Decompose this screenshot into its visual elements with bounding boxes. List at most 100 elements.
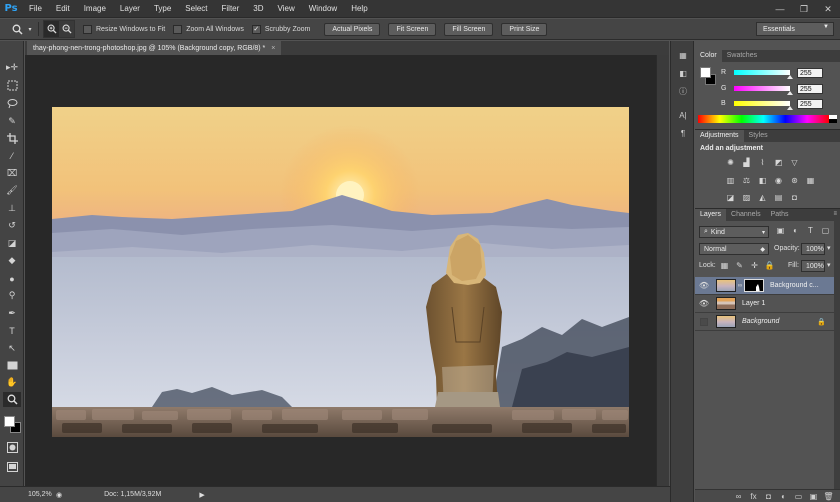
tab-styles[interactable]: Styles (744, 130, 773, 142)
history-brush-tool-icon[interactable]: ↺ (3, 218, 21, 233)
resize-windows-checkbox[interactable]: Resize Windows to Fit (83, 24, 165, 34)
eyedropper-tool-icon[interactable]: ⁄ (3, 148, 21, 163)
opacity-dropdown-icon[interactable]: ▾ (827, 244, 831, 252)
foreground-color-swatch[interactable] (4, 416, 15, 427)
blend-mode-select[interactable]: Normal ◆ (699, 243, 769, 255)
scrubby-zoom-checkbox[interactable]: ✓ Scrubby Zoom (251, 24, 310, 34)
eye-icon[interactable]: 👁 (695, 299, 713, 308)
zoom-in-icon[interactable] (44, 21, 59, 37)
marquee-tool-icon[interactable] (3, 78, 21, 93)
threshold-icon[interactable]: ◭ (756, 191, 769, 203)
layer-filter-kind-select[interactable]: ⌕ Kind ▾ (699, 226, 769, 238)
layer-style-icon[interactable]: fx (746, 492, 761, 501)
tab-color[interactable]: Color (695, 50, 722, 62)
invert-icon[interactable]: ◪ (724, 191, 737, 203)
layers-scrollbar[interactable] (834, 220, 840, 489)
status-menu-arrow-icon[interactable]: ▶ (199, 491, 204, 499)
black-white-ramp[interactable] (829, 115, 837, 123)
eye-icon[interactable]: 👁 (695, 281, 713, 290)
vibrance-icon[interactable]: ▽ (788, 156, 801, 168)
hand-tool-icon[interactable]: ✋ (3, 375, 21, 390)
link-mask-icon[interactable]: ∞ (736, 283, 744, 289)
layer-row-background-copy[interactable]: 👁 ∞ Background c... (695, 277, 834, 295)
close-tab-icon[interactable]: × (271, 45, 275, 52)
clone-stamp-tool-icon[interactable]: ⊥ (3, 201, 21, 216)
zoom-out-icon[interactable] (59, 21, 74, 37)
tab-paths[interactable]: Paths (766, 209, 794, 221)
green-value-input[interactable]: 255 (797, 83, 823, 94)
tab-layers[interactable]: Layers (695, 209, 727, 221)
menu-edit[interactable]: Edit (49, 0, 77, 18)
checkbox-box[interactable] (83, 24, 92, 34)
menu-view[interactable]: View (271, 0, 302, 18)
path-selection-tool-icon[interactable]: ↖ (3, 341, 21, 356)
layer-mask-thumbnail[interactable] (744, 279, 764, 292)
quick-selection-tool-icon[interactable]: ✎ (3, 114, 21, 129)
new-adjustment-layer-icon[interactable]: ◐ (776, 492, 791, 501)
brush-tool-icon[interactable]: 🖌 (3, 183, 21, 198)
fill-dropdown-icon[interactable]: ▾ (827, 261, 831, 269)
channel-mixer-icon[interactable]: ⊛ (788, 174, 801, 186)
shape-filter-icon[interactable]: ▢ (818, 226, 833, 235)
fit-screen-button[interactable]: Fit Screen (388, 22, 437, 36)
red-value-input[interactable]: 255 (797, 67, 823, 78)
new-group-icon[interactable]: ▭ (791, 492, 806, 501)
crop-tool-icon[interactable] (3, 131, 21, 146)
type-tool-icon[interactable]: T (3, 323, 21, 338)
color-lookup-icon[interactable]: ▦ (804, 174, 817, 186)
fill-screen-button[interactable]: Fill Screen (444, 22, 494, 36)
move-tool-icon[interactable]: ▸✛ (3, 60, 21, 75)
fill-input[interactable]: 100% (801, 260, 825, 272)
zoom-tool-icon[interactable] (3, 392, 21, 407)
add-mask-icon[interactable]: ◘ (761, 492, 776, 501)
paint-bucket-tool-icon[interactable]: ◆ (3, 253, 21, 268)
visibility-toggle-off[interactable] (695, 317, 713, 326)
document-image[interactable] (52, 107, 629, 437)
history-panel-icon[interactable]: ▦ (676, 49, 690, 61)
tab-channels[interactable]: Channels (726, 209, 766, 221)
screen-mode-icon[interactable] (3, 459, 21, 474)
pen-tool-icon[interactable]: ✒ (3, 306, 21, 321)
delete-layer-icon[interactable]: 🗑 (821, 492, 836, 501)
black-white-icon[interactable]: ◧ (756, 174, 769, 186)
status-info-icon[interactable]: ◉ (56, 491, 62, 499)
menu-type[interactable]: Type (147, 0, 178, 18)
link-layers-icon[interactable]: ∞ (731, 492, 746, 501)
color-spectrum-ramp[interactable] (698, 115, 829, 123)
lock-transparent-icon[interactable]: ▦ (717, 261, 732, 270)
healing-brush-tool-icon[interactable]: ⌧ (3, 166, 21, 181)
panel-menu-icon[interactable]: ≡ (833, 211, 837, 217)
menu-window[interactable]: Window (302, 0, 344, 18)
properties-panel-icon[interactable]: ◧ (676, 67, 690, 79)
character-panel-icon[interactable]: A| (676, 109, 690, 121)
menu-select[interactable]: Select (178, 0, 214, 18)
info-panel-icon[interactable]: ⓘ (676, 85, 690, 97)
quick-mask-icon[interactable] (3, 440, 21, 455)
curves-icon[interactable]: ⌇ (756, 156, 769, 168)
selective-color-icon[interactable]: ◘ (788, 191, 801, 203)
photo-filter-icon[interactable]: ◉ (772, 174, 785, 186)
menu-3d[interactable]: 3D (246, 0, 270, 18)
layer-name[interactable]: Background c... (770, 282, 819, 289)
opacity-input[interactable]: 100% (801, 243, 825, 255)
menu-image[interactable]: Image (77, 0, 113, 18)
actual-pixels-button[interactable]: Actual Pixels (324, 22, 381, 36)
checkbox-box-checked[interactable]: ✓ (251, 24, 261, 34)
type-filter-icon[interactable]: T (803, 226, 818, 235)
red-slider[interactable] (734, 70, 793, 79)
eraser-tool-icon[interactable]: ◪ (3, 236, 21, 251)
layer-row-layer-1[interactable]: 👁 Layer 1 (695, 295, 834, 313)
print-size-button[interactable]: Print Size (501, 22, 548, 36)
tab-swatches[interactable]: Swatches (722, 50, 762, 62)
lock-pixels-icon[interactable]: ✎ (732, 261, 747, 270)
green-slider[interactable] (734, 86, 793, 95)
checkbox-box[interactable] (173, 24, 183, 34)
adjustment-filter-icon[interactable]: ◐ (788, 226, 803, 235)
gradient-map-icon[interactable]: ▤ (772, 191, 785, 203)
dropdown-arrow-icon[interactable]: ▾ (26, 21, 34, 37)
color-balance-icon[interactable]: ⚖ (740, 174, 753, 186)
paragraph-panel-icon[interactable]: ¶ (676, 127, 690, 139)
exposure-icon[interactable]: ◩ (772, 156, 785, 168)
blur-tool-icon[interactable]: ● (3, 271, 21, 286)
close-button[interactable]: ✕ (816, 0, 840, 18)
